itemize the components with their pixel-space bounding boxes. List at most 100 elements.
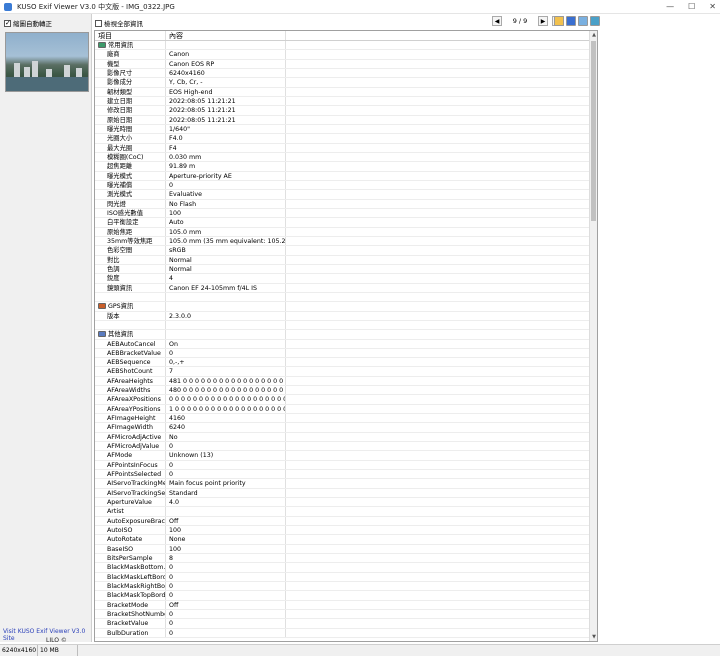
table-row[interactable]: 超焦距離 91.89 m xyxy=(95,162,590,172)
table-row[interactable] xyxy=(95,320,590,331)
table-row[interactable]: ISO感光數值 100 xyxy=(95,208,590,219)
show-all-checkbox[interactable] xyxy=(95,19,102,27)
table-row[interactable]: 色彩空間 sRGB xyxy=(95,246,590,256)
row-label: 修改日期 xyxy=(95,106,166,115)
prev-image-button[interactable]: ◀ xyxy=(492,16,502,26)
table-row[interactable]: 35mm等效焦距 105.0 mm (35 mm equivalent: 105.… xyxy=(95,236,590,247)
row-value: F4.0 xyxy=(166,134,286,143)
table-row[interactable]: AEBBracketValue 0 xyxy=(95,348,590,359)
scroll-down-icon[interactable]: ▼ xyxy=(590,633,597,641)
table-row[interactable]: 版本 2.3.0.0 xyxy=(95,311,590,321)
table-row[interactable]: 鏡頭資訊 Canon EF 24-105mm f/4L IS xyxy=(95,283,590,293)
table-row[interactable]: 光圈大小 F4.0 xyxy=(95,134,590,144)
row-value: 105.0 mm (35 mm equivalent: 105.2 mm) xyxy=(166,236,286,246)
table-row[interactable]: 白平衡設定 Auto xyxy=(95,218,590,228)
table-row[interactable]: AFAreaHeights 481 0 0 0 0 0 0 0 0 0 0 0 0… xyxy=(95,376,590,387)
table-row[interactable]: 原始日期 2022:08:05 11:21:21 xyxy=(95,115,590,125)
table-row[interactable]: AutoRotate None xyxy=(95,535,590,545)
table-row[interactable]: AFImageHeight 4160 xyxy=(95,414,590,424)
show-all-toggle[interactable]: 檢視全部資訊 xyxy=(95,18,143,28)
table-row[interactable]: 曝光時間 1/640" xyxy=(95,124,590,135)
scroll-up-icon[interactable]: ▲ xyxy=(590,31,597,39)
table-row[interactable]: BulbDuration 0 xyxy=(95,628,590,638)
table-row[interactable]: 韌材類型 EOS High-end xyxy=(95,87,590,97)
table-row[interactable]: AFMode Unknown (13) xyxy=(95,451,590,461)
table-row[interactable]: 銳度 4 xyxy=(95,274,590,284)
table-row[interactable]: BlackMaskRightBo... 0 xyxy=(95,582,590,592)
table-row[interactable]: ApertureValue 4.0 xyxy=(95,498,590,508)
save-icon[interactable] xyxy=(566,16,576,26)
table-row[interactable]: AFPointsInFocus 0 xyxy=(95,460,590,471)
section-row[interactable]: GPS資訊 xyxy=(95,302,590,312)
table-row[interactable]: AFMicroAdjActive No xyxy=(95,432,590,443)
table-row[interactable]: AFPointsSelected 0 xyxy=(95,470,590,480)
minimize-button[interactable]: — xyxy=(666,2,674,11)
table-row[interactable]: 曝光模式 Aperture-priority AE xyxy=(95,171,590,181)
table-row[interactable]: 影像尺寸 6240x4160 xyxy=(95,68,590,79)
table-row[interactable]: BaseISO 100 xyxy=(95,544,590,555)
row-value: 480 0 0 0 0 0 0 0 0 0 0 0 0 0 0 0 0 0 0 … xyxy=(166,386,286,395)
row-value: 4 xyxy=(166,274,286,283)
export-icon[interactable] xyxy=(578,16,588,26)
tool-icons xyxy=(554,16,600,26)
table-row[interactable]: AIServoTrackingMe...Main focus point pri… xyxy=(95,479,590,489)
settings-icon[interactable] xyxy=(590,16,600,26)
section-label: GPS資訊 xyxy=(108,302,134,310)
table-row[interactable]: 最大光圈 F4 xyxy=(95,143,590,153)
auto-rotate-toggle[interactable]: 縮圖自動轉正 xyxy=(4,18,52,28)
table-row[interactable]: AFImageWidth 6240 xyxy=(95,423,590,433)
table-row[interactable]: 建立日期 2022:08:05 11:21:21 xyxy=(95,96,590,107)
table-row[interactable]: BlackMaskLeftBorder0 xyxy=(95,572,590,583)
section-label: 其他資訊 xyxy=(108,330,134,338)
table-row[interactable]: 機型 Canon EOS RP xyxy=(95,59,590,69)
table-row[interactable]: AEBAutoCancel On xyxy=(95,339,590,349)
table-row[interactable]: AIServoTrackingSe... Standard xyxy=(95,488,590,499)
table-row[interactable]: 對比 Normal xyxy=(95,255,590,265)
table-row[interactable]: 修改日期 2022:08:05 11:21:21 xyxy=(95,106,590,116)
table-row[interactable]: BlackMaskTopBorder 0 xyxy=(95,591,590,601)
table-row[interactable]: AEBShotCount 7 xyxy=(95,367,590,377)
column-header-item[interactable]: 項目 xyxy=(95,31,166,40)
table-row[interactable]: AFMicroAdjValue 0 xyxy=(95,442,590,452)
next-image-button[interactable]: ▶ xyxy=(538,16,548,26)
maximize-button[interactable]: ☐ xyxy=(688,2,695,11)
window-controls: — ☐ ✕ xyxy=(666,2,716,11)
table-row[interactable]: AutoExposureBrac... Off xyxy=(95,516,590,527)
section-row[interactable]: 其他資訊 xyxy=(95,330,590,340)
row-value xyxy=(166,41,286,50)
table-row[interactable]: 色調 Normal xyxy=(95,264,590,275)
row-value: 2.3.0.0 xyxy=(166,311,286,320)
row-label: 版本 xyxy=(95,311,166,320)
auto-rotate-checkbox[interactable] xyxy=(4,19,11,27)
open-folder-icon[interactable] xyxy=(554,16,564,26)
table-row[interactable]: AFAreaXPositions 0 0 0 0 0 0 0 0 0 0 0 0 … xyxy=(95,395,590,405)
table-row[interactable]: 影像成分 Y, Cb, Cr, - xyxy=(95,78,590,88)
table-row[interactable]: BracketValue 0 xyxy=(95,619,590,629)
table-row[interactable]: 模糊圈(CoC) 0.030 mm xyxy=(95,152,590,163)
row-label: AFPointsSelected xyxy=(95,470,166,479)
table-row[interactable]: 測光模式 Evaluative xyxy=(95,190,590,200)
table-row[interactable]: 原始焦距 105.0 mm xyxy=(95,227,590,237)
row-value: Normal xyxy=(166,255,286,264)
table-row[interactable]: 廠商 Canon xyxy=(95,50,590,60)
table-row[interactable] xyxy=(95,292,590,303)
table-row[interactable]: Artist xyxy=(95,507,590,517)
table-row[interactable]: BlackMaskBottom... 0 xyxy=(95,563,590,573)
row-value xyxy=(166,330,286,339)
table-row[interactable]: AFAreaYPositions 1 0 0 0 0 0 0 0 0 0 0 0 … xyxy=(95,404,590,415)
table-row[interactable]: AFAreaWidths 480 0 0 0 0 0 0 0 0 0 0 0 0 … xyxy=(95,386,590,396)
column-header-content[interactable]: 內容 xyxy=(166,31,286,40)
table-row[interactable]: BitsPerSample 8 xyxy=(95,554,590,564)
section-row[interactable]: 常用資訊 xyxy=(95,41,590,51)
row-value: Off xyxy=(166,516,286,526)
table-row[interactable]: BracketShotNumber 0 xyxy=(95,610,590,620)
table-row[interactable]: 曝光補償 0 xyxy=(95,180,590,191)
table-row[interactable]: AEBSequence 0,-,+ xyxy=(95,358,590,368)
table-row[interactable]: 閃光燈 No Flash xyxy=(95,199,590,209)
vertical-scrollbar[interactable]: ▲ ▼ xyxy=(589,31,597,641)
table-row[interactable]: AutoISO 100 xyxy=(95,526,590,536)
table-row[interactable]: BracketMode Off xyxy=(95,600,590,611)
close-button[interactable]: ✕ xyxy=(709,2,716,11)
scroll-thumb[interactable] xyxy=(591,41,596,221)
row-value xyxy=(166,292,286,302)
